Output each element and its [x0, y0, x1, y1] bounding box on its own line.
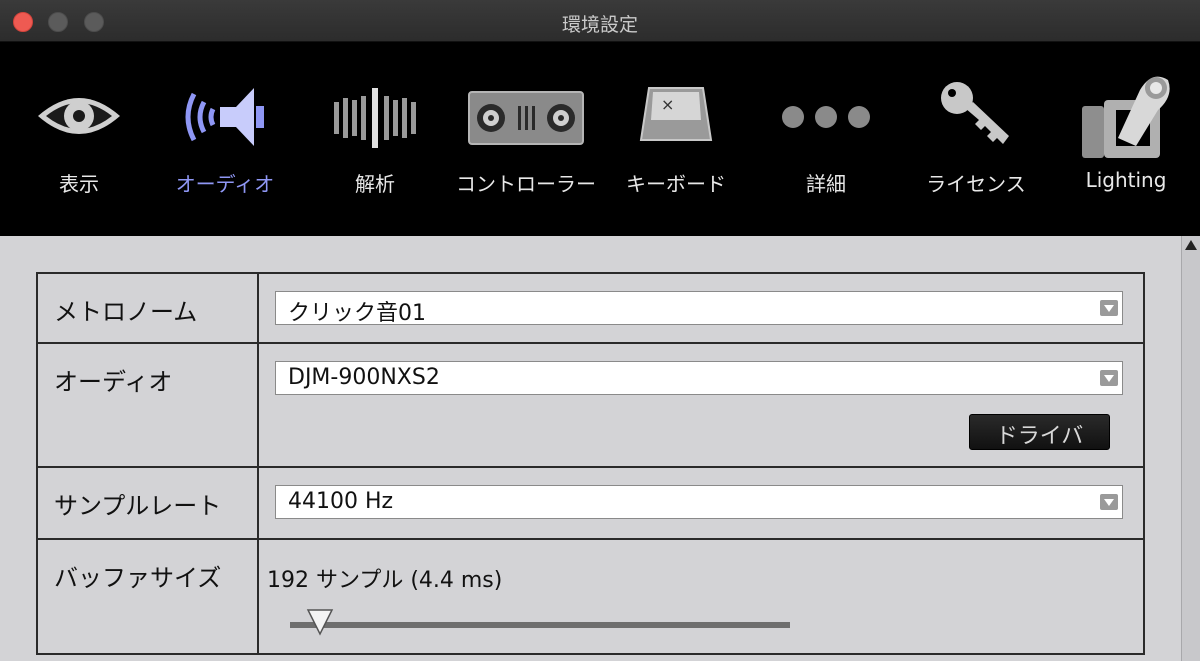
tab-details-label: 詳細	[806, 172, 846, 196]
tab-keyboard-label: キーボード	[626, 172, 726, 196]
tab-lighting[interactable]: Lighting	[1051, 42, 1200, 236]
dropdown-arrow-icon	[1100, 300, 1118, 316]
tab-keyboard[interactable]: × キーボード	[601, 42, 751, 236]
sample-rate-select[interactable]: 44100 Hz	[275, 485, 1123, 519]
controller-icon	[468, 91, 584, 145]
vertical-scrollbar[interactable]	[1181, 236, 1200, 661]
sample-rate-label: サンプルレート	[38, 468, 259, 538]
tab-details[interactable]: 詳細	[751, 42, 901, 236]
buffer-size-label: バッファサイズ	[38, 540, 259, 653]
buffer-size-slider-thumb[interactable]	[306, 608, 334, 636]
tab-analysis[interactable]: 解析	[300, 42, 450, 236]
preferences-toolbar: 表示 オーディオ 解析 コントローラー × キーボード 詳細 ライセンス Lig…	[0, 42, 1200, 236]
tab-lighting-label: Lighting	[1085, 168, 1167, 192]
buffer-size-row: バッファサイズ 192 サンプル (4.4 ms)	[38, 540, 1143, 653]
tab-audio[interactable]: オーディオ	[150, 42, 300, 236]
audio-device-select[interactable]: DJM-900NXS2	[275, 361, 1123, 395]
more-dots-icon	[782, 106, 870, 128]
sample-rate-value: 44100 Hz	[288, 489, 394, 514]
dropdown-arrow-icon	[1100, 494, 1118, 510]
tab-license-label: ライセンス	[926, 172, 1026, 196]
audio-label: オーディオ	[38, 344, 259, 466]
dropdown-arrow-icon	[1100, 370, 1118, 386]
audio-device-value: DJM-900NXS2	[288, 365, 440, 390]
metronome-row: メトロノーム クリック音01	[38, 274, 1143, 344]
metronome-select[interactable]: クリック音01	[275, 291, 1123, 326]
audio-row: オーディオ DJM-900NXS2 ドライバ	[38, 344, 1143, 468]
audio-settings-table: メトロノーム クリック音01 オーディオ DJM-900NXS2 ドライバ サン…	[36, 272, 1145, 655]
tab-license[interactable]: ライセンス	[901, 42, 1051, 236]
scroll-up-arrow-icon[interactable]	[1185, 240, 1197, 250]
tab-controller-label: コントローラー	[456, 172, 596, 196]
window-title: 環境設定	[561, 14, 638, 36]
metronome-label: メトロノーム	[38, 274, 259, 342]
speaker-icon	[185, 88, 264, 146]
waveform-icon	[334, 88, 416, 148]
tab-display[interactable]: 表示	[4, 42, 154, 236]
tab-analysis-label: 解析	[355, 172, 395, 196]
driver-button[interactable]: ドライバ	[969, 414, 1110, 450]
buffer-size-slider-track[interactable]	[290, 622, 790, 628]
title-bar: 環境設定	[0, 0, 1200, 42]
sample-rate-row: サンプルレート 44100 Hz	[38, 468, 1143, 540]
tab-audio-label: オーディオ	[175, 172, 275, 196]
keyboard-key-icon: ×	[639, 87, 713, 141]
svg-text:×: ×	[661, 95, 674, 114]
metronome-select-value: クリック音01	[288, 301, 426, 326]
tab-controller[interactable]: コントローラー	[451, 42, 601, 236]
key-icon	[941, 82, 1009, 144]
eye-icon	[38, 98, 120, 134]
moving-head-light-icon	[1082, 76, 1170, 158]
settings-panel: メトロノーム クリック音01 オーディオ DJM-900NXS2 ドライバ サン…	[0, 236, 1200, 661]
buffer-size-value: 192 サンプル (4.4 ms)	[267, 568, 503, 593]
tab-display-label: 表示	[59, 172, 99, 196]
